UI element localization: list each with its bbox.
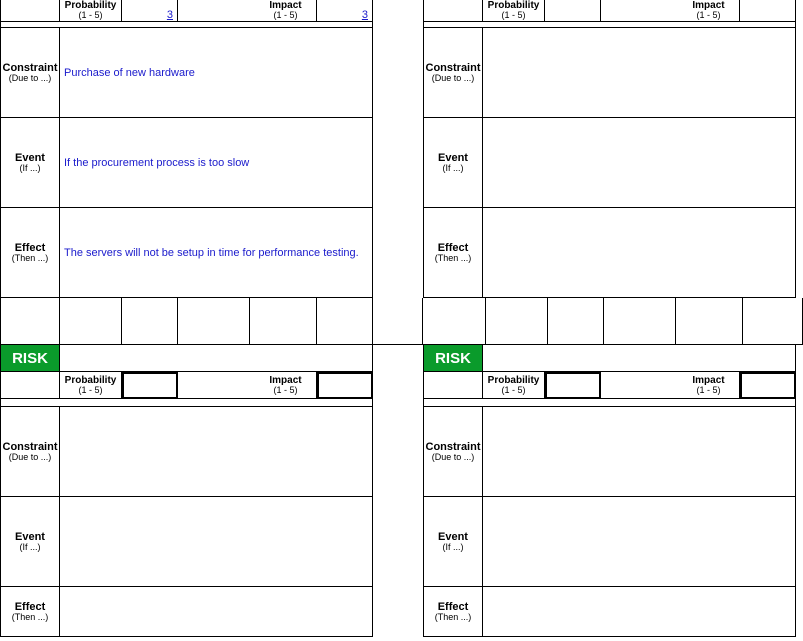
effect-row: Effect(Then ...) The servers will not be… [0, 208, 373, 298]
scores-row: Probability(1 - 5) Impact(1 - 5) [423, 0, 796, 22]
spacer [483, 345, 796, 372]
gap [601, 0, 678, 22]
probability-label: Probability(1 - 5) [60, 0, 122, 22]
event-head: Event(If ...) [423, 497, 483, 587]
constraint-row: Constraint(Due to ...) [0, 407, 373, 497]
event-body[interactable]: If the procurement process is too slow [60, 118, 373, 208]
risk-badge: RISK [0, 345, 60, 372]
effect-body[interactable]: The servers will not be setup in time fo… [60, 208, 373, 298]
spacer-grid-row [0, 298, 803, 345]
effect-row: Effect(Then ...) [423, 587, 796, 637]
effect-head: Effect(Then ...) [423, 587, 483, 637]
grid-cell [122, 298, 178, 345]
effect-row: Effect(Then ...) [423, 208, 796, 298]
probability-label: Probability(1 - 5) [60, 372, 122, 399]
spacer-row [423, 399, 796, 407]
risk-header: RISK [423, 345, 796, 372]
risk-card: Probability(1 - 5) Impact(1 - 5) Constra… [423, 0, 796, 298]
grid-cell [486, 298, 548, 345]
grid-cell [0, 298, 60, 345]
grid-cell [604, 298, 676, 345]
grid-cell [743, 298, 803, 345]
impact-label: Impact(1 - 5) [678, 372, 740, 399]
risk-badge: RISK [423, 345, 483, 372]
grid-cell [178, 298, 250, 345]
constraint-body[interactable] [483, 407, 796, 497]
spacer [423, 372, 483, 399]
gap [178, 372, 255, 399]
constraint-row: Constraint(Due to ...) [423, 407, 796, 497]
grid-cell [317, 298, 373, 345]
effect-head: Effect(Then ...) [0, 587, 60, 637]
constraint-row: Constraint(Due to ...) Purchase of new h… [0, 28, 373, 118]
event-head: Event(If ...) [0, 118, 60, 208]
event-row: Event(If ...) If the procurement process… [0, 118, 373, 208]
spacer [60, 345, 373, 372]
effect-row: Effect(Then ...) [0, 587, 373, 637]
gap [178, 0, 255, 22]
probability-value[interactable]: 3 [122, 0, 178, 22]
impact-value[interactable]: 3 [317, 0, 373, 22]
probability-value[interactable] [545, 0, 601, 22]
risk-card: RISK Probability(1 - 5) Impact(1 - 5) Co… [423, 345, 796, 637]
grid-cell [423, 298, 486, 345]
impact-label: Impact(1 - 5) [255, 372, 317, 399]
event-body[interactable] [483, 118, 796, 208]
effect-body[interactable] [483, 587, 796, 637]
constraint-head: Constraint(Due to ...) [423, 407, 483, 497]
gap [601, 372, 678, 399]
grid-cell [373, 298, 423, 345]
spacer [0, 372, 60, 399]
impact-label: Impact(1 - 5) [678, 0, 740, 22]
effect-head: Effect(Then ...) [423, 208, 483, 298]
grid-cell [60, 298, 122, 345]
risk-sheet: Probability(1 - 5) 3 Impact(1 - 5) 3 Con… [0, 0, 803, 637]
spacer-row [0, 399, 373, 407]
grid-cell [250, 298, 317, 345]
constraint-head: Constraint(Due to ...) [423, 28, 483, 118]
constraint-body[interactable] [60, 407, 373, 497]
impact-label: Impact(1 - 5) [255, 0, 317, 22]
scores-row: Probability(1 - 5) Impact(1 - 5) [423, 372, 796, 399]
event-row: Event(If ...) [423, 118, 796, 208]
risk-card: Probability(1 - 5) 3 Impact(1 - 5) 3 Con… [0, 0, 373, 298]
event-head: Event(If ...) [423, 118, 483, 208]
risk-header: RISK [0, 345, 373, 372]
card-row-bottom: RISK Probability(1 - 5) Impact(1 - 5) Co… [0, 345, 803, 637]
scores-row: Probability(1 - 5) 3 Impact(1 - 5) 3 [0, 0, 373, 22]
constraint-head: Constraint(Due to ...) [0, 28, 60, 118]
impact-value[interactable] [740, 372, 796, 399]
effect-body[interactable] [483, 208, 796, 298]
event-body[interactable] [60, 497, 373, 587]
constraint-body[interactable] [483, 28, 796, 118]
probability-value[interactable] [122, 372, 178, 399]
probability-label: Probability(1 - 5) [483, 372, 545, 399]
grid-cell [676, 298, 743, 345]
spacer [423, 0, 483, 22]
scores-row: Probability(1 - 5) Impact(1 - 5) [0, 372, 373, 399]
impact-value[interactable] [740, 0, 796, 22]
event-body[interactable] [483, 497, 796, 587]
probability-value[interactable] [545, 372, 601, 399]
constraint-row: Constraint(Due to ...) [423, 28, 796, 118]
effect-head: Effect(Then ...) [0, 208, 60, 298]
grid-cell [548, 298, 604, 345]
effect-body[interactable] [60, 587, 373, 637]
constraint-body[interactable]: Purchase of new hardware [60, 28, 373, 118]
risk-card: RISK Probability(1 - 5) Impact(1 - 5) Co… [0, 345, 373, 637]
event-row: Event(If ...) [423, 497, 796, 587]
probability-label: Probability(1 - 5) [483, 0, 545, 22]
event-head: Event(If ...) [0, 497, 60, 587]
constraint-head: Constraint(Due to ...) [0, 407, 60, 497]
event-row: Event(If ...) [0, 497, 373, 587]
spacer [0, 0, 60, 22]
impact-value[interactable] [317, 372, 373, 399]
card-row-top: Probability(1 - 5) 3 Impact(1 - 5) 3 Con… [0, 0, 803, 298]
